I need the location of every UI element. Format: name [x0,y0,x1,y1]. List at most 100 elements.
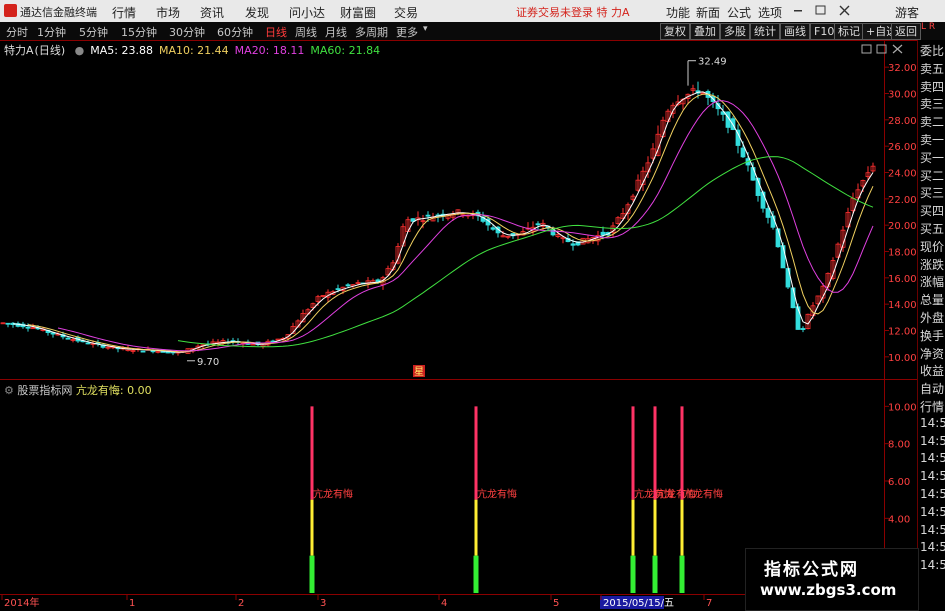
candle-down [795,306,801,330]
period-weekly[interactable]: 周线 [295,24,317,40]
period-daily[interactable]: 日线 [265,24,287,40]
sidebar-item: 净资 [920,346,945,361]
indicator-tick-label: 6.00 [888,477,910,488]
sidebar-item: 委比 [920,44,945,58]
sidebar-item: 14:5 [920,415,945,430]
watermark: 指标公式网 www.zbgs3.com [745,548,919,611]
maximize-icon [876,44,887,54]
btn-diejia[interactable]: 叠加 [690,23,720,40]
sidebar-item: 14:5 [920,540,945,555]
candle-down [140,350,146,353]
btn-fuquan[interactable]: 复权 [660,23,690,40]
menu-faxian[interactable]: 发现 [245,4,269,21]
legend-ma60: MA60: 21.84 [310,44,381,57]
sidebar-item: 卖五 [920,61,945,76]
period-fenshi[interactable]: 分时 [6,24,28,40]
candle-down [425,214,431,217]
candle-down [345,284,351,287]
candle-down [765,208,771,218]
app-name: 通达信金融终端 [20,6,97,19]
price-tick-label: 20.00 [888,221,917,232]
window-controls [794,5,850,16]
candle-down [600,231,606,236]
ma20-line [57,100,874,352]
watermark-title: 指标公式网 [764,560,859,580]
indicator-name: 亢龙有悔 [75,384,120,397]
candle-down [85,342,91,345]
signal-label: 亢龙有悔 [313,488,353,501]
btn-duogu[interactable]: 多股 [720,23,750,40]
sidebar-item: 14:5 [920,433,945,448]
sidebar-item: 14:5 [920,522,945,537]
period-30min[interactable]: 30分钟 [169,24,205,40]
kline-chart[interactable]: 32.0030.0028.0026.0024.0022.0020.0018.00… [0,40,917,609]
btn-tongji[interactable]: 统计 [750,23,780,40]
period-multi[interactable]: 多周期 [355,24,388,40]
price-tick-label: 10.00 [888,353,917,364]
guest-label[interactable]: 游客 [895,4,919,21]
price-tick-label: 22.00 [888,195,917,206]
ma5-line [12,91,874,353]
btn-biaoji[interactable]: 标记 [834,23,864,40]
minimize-icon [794,10,802,12]
indicator-tick-label: 4.00 [888,514,910,525]
candle-down [775,228,781,248]
btn-fanhui[interactable]: 返回 [891,23,921,40]
candle-down [570,243,576,246]
menu-wenxiaoda[interactable]: 问小达 [289,4,325,21]
price-tick-label: 18.00 [888,248,917,259]
sidebar-item: 14:5 [920,487,945,501]
menu-zixun[interactable]: 资讯 [200,4,224,21]
menu-shichang[interactable]: 市场 [156,4,180,21]
star-marker: 星 [414,366,424,378]
period-15min[interactable]: 15分钟 [121,24,157,40]
sidebar-item: 14:5 [920,451,945,466]
signal-label: 亢龙有悔 [683,488,723,501]
menu-jiaoyi[interactable]: 交易 [394,4,418,21]
time-axis-label: 2015/05/15/五 [603,598,674,609]
period-5min[interactable]: 5分钟 [79,24,108,40]
tool-xinmian[interactable]: 新面 [696,4,720,21]
legend-ma10: MA10: 21.44 [158,44,229,57]
menu-hangqing[interactable]: 行情 [112,4,136,21]
menu-caifuquan[interactable]: 财富圈 [340,4,376,21]
candle-down [780,245,786,269]
sidebar-item: 总量 [920,293,945,308]
indicator-tick-label: 10.00 [888,402,917,413]
maximize-icon [815,5,826,15]
trade-login-notice[interactable]: 证券交易未登录 特 力A [516,4,630,20]
time-axis-label: 4 [441,598,447,609]
stock-name: 特力A [4,44,34,57]
period-monthly[interactable]: 月线 [325,24,347,40]
legend-dot-icon: ● [74,44,85,57]
close-icon [892,44,903,54]
indicator-gear-icon[interactable]: ⚙ [4,384,14,397]
period-more[interactable]: 更多 [396,24,418,40]
more-chevron-icon[interactable]: ▾ [423,24,428,34]
price-tick-label: 16.00 [888,274,917,285]
ma60-line [177,156,874,348]
ma-legend: 特力A(日线) ● MA5: 23.88 MA10: 21.44 MA20: 18.1… [4,42,386,58]
tool-gongneng[interactable]: 功能 [666,4,690,21]
sidebar-item: 卖一 [920,133,945,147]
period-toolbar: 分时 1分钟 5分钟 15分钟 30分钟 60分钟 日线 周线 月线 多周期 更… [0,22,945,41]
candle-down [5,322,11,325]
sidebar-item: 14:5 [920,558,945,573]
time-axis-label: 2 [238,598,244,609]
tool-xuanxiang[interactable]: 选项 [758,4,782,21]
app-logo-icon [4,4,17,17]
btn-huaxian[interactable]: 画线 [780,23,810,40]
period-60min[interactable]: 60分钟 [217,24,253,40]
tool-gongshi[interactable]: 公式 [727,4,751,21]
sidebar-item: 卖三 [920,97,945,112]
sidebar-corner[interactable]: L R [921,23,935,32]
sidebar-item: 买四 [920,204,945,219]
close-icon [839,5,850,16]
sidebar-item: 行情 [920,400,945,414]
candle-down [490,227,496,230]
time-axis-label: 5 [553,598,559,609]
time-axis-label: 2014年 [4,596,39,609]
price-tick-label: 14.00 [888,300,917,311]
period-1min[interactable]: 1分钟 [37,24,66,40]
price-tick-label: 30.00 [888,90,917,101]
